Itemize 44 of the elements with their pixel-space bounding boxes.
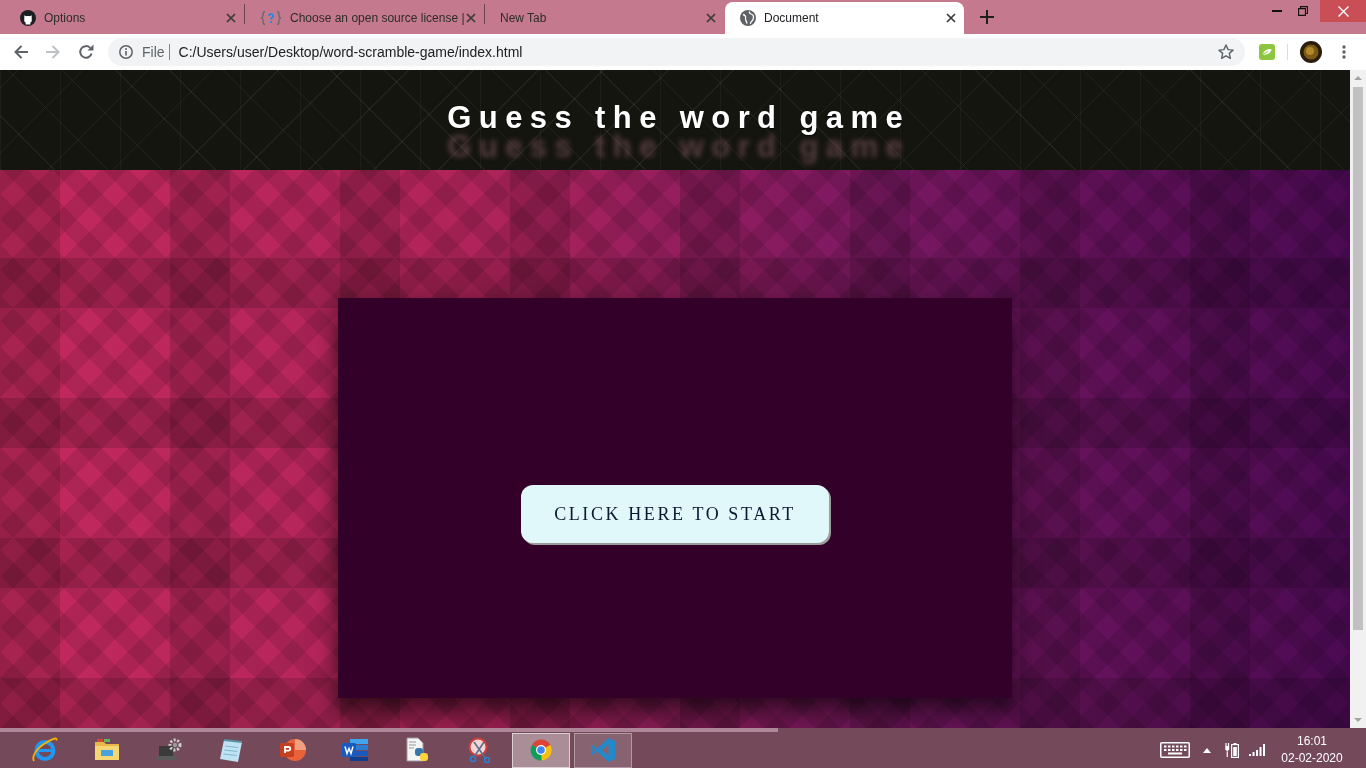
close-window-button[interactable]	[1320, 0, 1366, 22]
document-icon[interactable]	[342, 737, 368, 763]
new-tab-icon[interactable]	[980, 10, 994, 24]
globe-icon	[740, 10, 756, 26]
taskbar-button[interactable]	[574, 732, 632, 768]
presentation-icon[interactable]	[280, 737, 306, 763]
scheme-label: File	[142, 42, 165, 62]
braces-question-icon	[260, 10, 282, 26]
url-text: C:/Users/user/Desktop/word-scramble-game/index.html	[178, 42, 523, 62]
script-file-icon[interactable]	[404, 737, 430, 763]
signal-bars-icon[interactable]	[1249, 744, 1265, 756]
notepad-icon[interactable]	[218, 737, 244, 763]
close-icon[interactable]	[946, 13, 956, 23]
info-icon[interactable]	[119, 45, 133, 59]
address-bar[interactable]: File C:/Users/user/Desktop/word-scramble-game/index.html	[108, 38, 1245, 66]
caret-up-icon[interactable]	[1203, 747, 1211, 753]
browser-tab[interactable]: Options	[5, 2, 244, 34]
plug-battery-icon[interactable]	[1225, 742, 1239, 758]
browser-tab[interactable]: Choose an open source license |	[245, 2, 484, 34]
back-arrow-icon[interactable]	[13, 44, 29, 60]
ring-logo-icon	[528, 737, 554, 763]
menu-icon[interactable]	[1342, 45, 1346, 59]
browser-tab[interactable]: New Tab	[485, 2, 724, 34]
ring-logo-icon[interactable]	[32, 737, 58, 763]
clock-time: 16:01	[1296, 733, 1328, 750]
taskbar-button[interactable]	[512, 732, 570, 768]
page-heading: Guess the word game	[446, 100, 911, 137]
reload-icon[interactable]	[78, 44, 94, 60]
laptop-gear-icon[interactable]	[156, 737, 182, 763]
start-button[interactable]: CLICK HERE TO START	[521, 485, 829, 543]
folder-icon[interactable]	[94, 737, 120, 763]
scissors-icon[interactable]	[466, 737, 492, 763]
star-icon[interactable]	[1218, 44, 1234, 60]
browser-tab[interactable]: Document	[725, 2, 964, 34]
avatar-icon[interactable]	[1300, 41, 1322, 63]
scrollbar-thumb[interactable]	[1353, 87, 1363, 630]
clock-date: 02-02-2020	[1281, 750, 1343, 767]
keyboard-icon[interactable]	[1160, 742, 1190, 758]
scrollbar-thumb[interactable]	[0, 728, 778, 732]
close-icon	[1337, 5, 1349, 17]
restore-icon[interactable]	[1298, 6, 1308, 16]
cat-logo-icon	[20, 10, 36, 26]
vertical-scrollbar[interactable]	[1350, 70, 1366, 728]
ribbon-logo-icon	[590, 737, 616, 763]
